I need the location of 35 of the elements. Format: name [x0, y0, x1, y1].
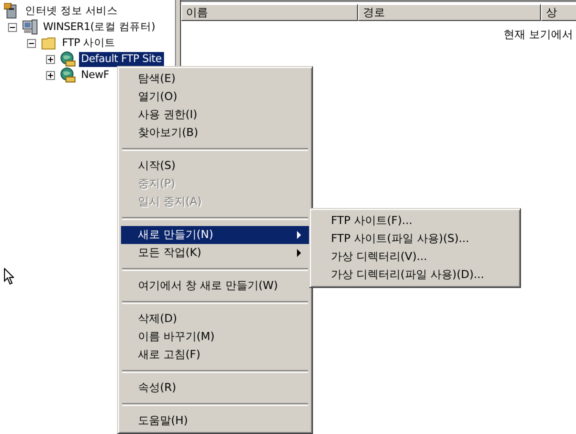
menu-item[interactable]: 삭제(D) — [121, 310, 309, 328]
tree-item[interactable]: FTP 사이트 — [60, 36, 118, 50]
collapse-icon[interactable] — [8, 22, 17, 32]
globe-icon — [60, 67, 76, 83]
menu-item[interactable]: 가상 디렉터리(파일 사용)(D)... — [313, 266, 517, 284]
menu-item[interactable]: 여기에서 창 새로 만들기(W) — [121, 277, 309, 295]
column-header[interactable]: 이름 — [181, 4, 358, 21]
menu-item[interactable]: 탐색(E) — [121, 70, 309, 88]
expand-icon[interactable] — [46, 70, 55, 80]
menu-item[interactable]: 이름 바꾸기(M) — [121, 328, 309, 346]
menu-item[interactable]: 사용 권한(I) — [121, 106, 309, 124]
cursor-icon — [4, 268, 14, 285]
collapse-icon[interactable] — [27, 38, 36, 48]
menu-item[interactable]: 모든 작업(K) — [121, 244, 309, 262]
menu-item[interactable]: FTP 사이트(파일 사용)(S)... — [313, 230, 517, 248]
tree-item[interactable]: 인터넷 정보 서비스 — [23, 4, 120, 18]
menu-item[interactable]: 가상 디렉터리(V)... — [313, 248, 517, 266]
tree-item[interactable]: Default FTP Site — [79, 52, 164, 66]
menu-item[interactable]: 도움말(H) — [121, 412, 309, 430]
menu-item[interactable]: 새로 만들기(N) — [121, 226, 309, 244]
menu-item[interactable]: 시작(S) — [121, 157, 309, 175]
computer-icon — [22, 19, 38, 35]
menu-item[interactable]: 속성(R) — [121, 379, 309, 397]
folder-icon — [41, 35, 57, 51]
menu-item[interactable]: FTP 사이트(F)... — [313, 212, 517, 230]
menu-item[interactable]: 새로 고침(F) — [121, 346, 309, 364]
tree-item[interactable]: NewF — [79, 68, 112, 82]
tree-item[interactable]: WINSER1(로컬 컴퓨터) — [41, 20, 158, 34]
empty-message: 현재 보기에서 — [502, 27, 574, 42]
expand-icon[interactable] — [46, 54, 55, 64]
menu-item[interactable]: 찾아보기(B) — [121, 124, 309, 142]
globe-icon — [60, 51, 76, 67]
column-header[interactable]: 경로 — [358, 4, 541, 21]
menu-item[interactable]: 열기(O) — [121, 88, 309, 106]
column-header[interactable]: 상 — [541, 4, 576, 21]
